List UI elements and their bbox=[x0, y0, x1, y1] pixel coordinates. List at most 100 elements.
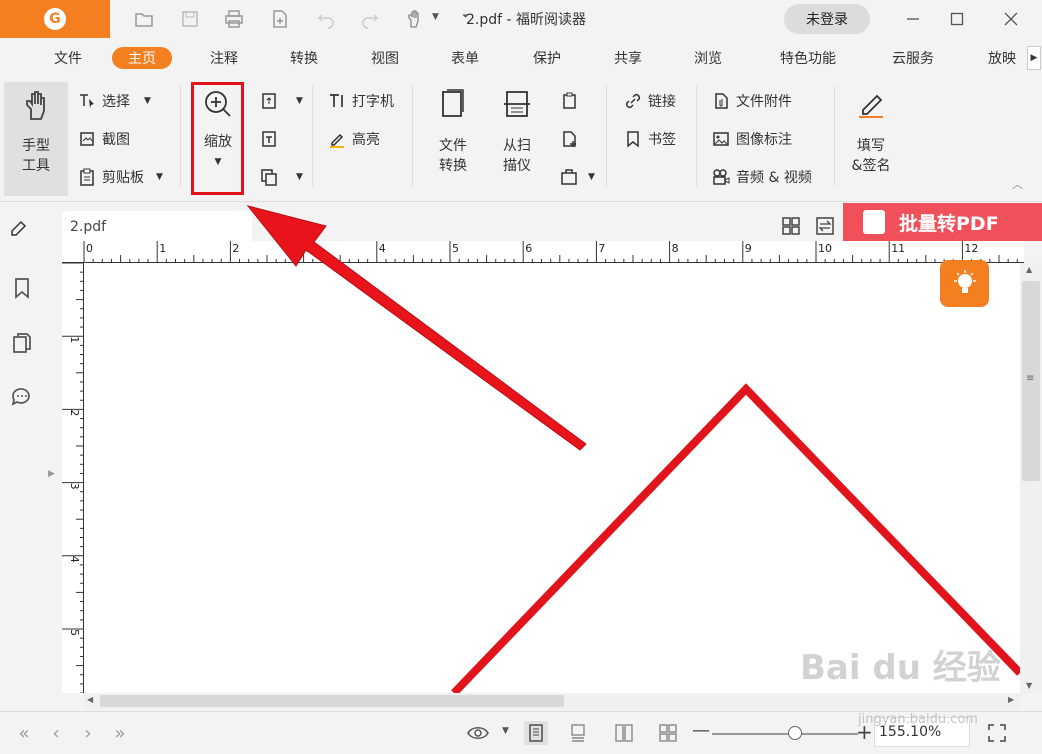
comments-panel-icon[interactable] bbox=[10, 385, 34, 409]
previous-page-icon[interactable]: ‹ bbox=[44, 722, 68, 744]
menu-tab-features[interactable]: 特色功能 bbox=[776, 47, 840, 69]
open-folder-icon[interactable] bbox=[134, 9, 156, 29]
scroll-up-icon[interactable]: ▲ bbox=[1026, 265, 1032, 274]
reading-mode-eye-icon[interactable] bbox=[466, 721, 490, 745]
vertical-scrollbar[interactable]: ▲ ≡ ▼ bbox=[1020, 263, 1042, 693]
next-page-icon[interactable]: › bbox=[76, 722, 100, 744]
scroll-right-icon[interactable]: ▶ bbox=[1008, 695, 1014, 704]
facing-view-icon[interactable] bbox=[612, 721, 636, 745]
text-page-icon bbox=[262, 131, 276, 147]
batch-convert-pdf-banner[interactable]: 批量转PDF bbox=[843, 203, 1042, 241]
document-tab[interactable]: 2.pdf bbox=[62, 211, 252, 241]
file-attachment-button[interactable]: 文件附件 bbox=[712, 89, 792, 113]
file-attachment-icon bbox=[715, 93, 728, 109]
ruler-number: 3 bbox=[306, 242, 313, 255]
menu-tab-form[interactable]: 表单 bbox=[447, 47, 483, 69]
menu-tab-view[interactable]: 视图 bbox=[367, 47, 403, 69]
menu-tab-cloud[interactable]: 云服务 bbox=[888, 47, 938, 69]
app-logo[interactable]: G bbox=[0, 0, 110, 38]
file-convert-button[interactable]: 文件 转换 bbox=[428, 88, 478, 176]
audio-video-button[interactable]: 音频 & 视频 bbox=[712, 165, 812, 189]
fullscreen-icon[interactable] bbox=[986, 722, 1008, 744]
save-icon[interactable] bbox=[180, 9, 202, 29]
menu-bar: 文件 主页 注释 转换 视图 表单 保护 共享 浏览 特色功能 云服务 放映 ▶ bbox=[0, 38, 1042, 76]
rotate-page-button[interactable]: ▼ bbox=[260, 89, 303, 113]
continuous-facing-view-icon[interactable] bbox=[656, 721, 680, 745]
new-document-icon[interactable] bbox=[270, 9, 292, 29]
menu-tab-convert[interactable]: 转换 bbox=[286, 47, 322, 69]
menu-tab-home[interactable]: 主页 bbox=[112, 47, 172, 69]
page-copy-button[interactable]: ▼ bbox=[260, 165, 303, 189]
document-page[interactable] bbox=[84, 263, 1020, 693]
add-page-button[interactable] bbox=[560, 127, 584, 151]
redo-icon[interactable] bbox=[360, 9, 382, 29]
zoom-slider-knob[interactable] bbox=[788, 726, 802, 740]
grid-view-icon[interactable] bbox=[780, 215, 802, 237]
highlight-button[interactable]: 高亮 bbox=[328, 127, 380, 151]
last-page-icon[interactable]: » bbox=[108, 722, 132, 744]
link-button[interactable]: 链接 bbox=[624, 89, 676, 113]
print-icon[interactable] bbox=[224, 9, 246, 29]
menu-tab-file[interactable]: 文件 bbox=[50, 47, 86, 69]
eraser-icon[interactable] bbox=[8, 215, 30, 237]
select-dropdown-icon[interactable]: ▼ bbox=[144, 96, 151, 106]
bookmark-panel-icon[interactable] bbox=[10, 276, 34, 300]
page-copy-dropdown-icon[interactable]: ▼ bbox=[296, 172, 303, 182]
ruler-number: 11 bbox=[891, 242, 905, 255]
fill-sign-button[interactable]: 填写 &签名 bbox=[846, 88, 896, 176]
login-button[interactable]: 未登录 bbox=[784, 4, 870, 34]
reading-mode-dropdown-icon[interactable]: ▼ bbox=[502, 726, 509, 736]
menu-tab-browse[interactable]: 浏览 bbox=[690, 47, 726, 69]
menu-tab-share[interactable]: 共享 bbox=[610, 47, 646, 69]
watermark-logo: Bai du 经验 bbox=[800, 648, 1001, 688]
expand-sidebar-icon[interactable]: ▶ bbox=[48, 469, 55, 479]
typewriter-button[interactable]: 打字机 bbox=[328, 89, 394, 113]
red-peak-drawing bbox=[451, 383, 1020, 693]
ruler-number: 8 bbox=[672, 242, 679, 255]
fill-sign-pen-icon bbox=[859, 94, 883, 118]
hand-gesture-icon[interactable] bbox=[404, 9, 426, 29]
image-annotation-button[interactable]: 图像标注 bbox=[712, 127, 792, 151]
horizontal-scrollbar[interactable]: ◀ ▶ bbox=[84, 693, 1020, 709]
bookmark-button[interactable]: 书签 bbox=[624, 127, 676, 151]
from-scanner-button[interactable]: 从扫 描仪 bbox=[494, 88, 540, 176]
ocr-button[interactable] bbox=[560, 89, 584, 113]
minimize-icon[interactable] bbox=[902, 8, 924, 30]
clipboard-dropdown-icon[interactable]: ▼ bbox=[156, 172, 163, 182]
vertical-ruler: 1 2 3 4 5 bbox=[62, 263, 84, 693]
first-page-icon[interactable]: « bbox=[12, 722, 36, 744]
file-attachment-label: 文件附件 bbox=[736, 94, 792, 110]
clipboard-button[interactable]: 剪贴板 ▼ bbox=[78, 165, 163, 189]
screenshot-button[interactable]: 截图 bbox=[78, 127, 130, 151]
scroll-left-icon[interactable]: ◀ bbox=[87, 695, 93, 704]
ruler-number: 5 bbox=[452, 242, 459, 255]
page-layout-dropdown-icon[interactable]: ▼ bbox=[588, 172, 595, 182]
menu-tab-protect[interactable]: 保护 bbox=[529, 47, 565, 69]
ruler-number: 7 bbox=[598, 242, 605, 255]
ribbon: 手型 工具 选择 ▼ 截图 剪贴板 ▼ 缩放 ▼ ▼ ▼ 打字机 高亮 文件 转… bbox=[0, 76, 1042, 202]
switch-document-icon[interactable] bbox=[814, 215, 836, 237]
document-tab-label: 2.pdf bbox=[70, 219, 107, 235]
maximize-icon[interactable] bbox=[946, 8, 968, 30]
collapse-ribbon-icon[interactable]: ︿ bbox=[1012, 176, 1023, 192]
single-page-view-icon[interactable] bbox=[524, 721, 548, 745]
continuous-view-icon[interactable] bbox=[566, 721, 590, 745]
pages-panel-icon[interactable] bbox=[10, 331, 34, 355]
text-page-button[interactable] bbox=[260, 127, 284, 151]
page-dropdown-icon[interactable]: ▼ bbox=[296, 96, 303, 106]
customize-dropdown-icon[interactable]: ▼ bbox=[432, 12, 454, 32]
scroll-grip-icon: ≡ bbox=[1026, 373, 1035, 384]
scroll-down-icon[interactable]: ▼ bbox=[1026, 681, 1032, 690]
zoom-slider-track[interactable] bbox=[712, 733, 858, 735]
menu-tab-present[interactable]: 放映 bbox=[984, 47, 1020, 69]
zoom-out-icon[interactable]: — bbox=[692, 720, 710, 741]
menu-scroll-right-icon[interactable]: ▶ bbox=[1027, 46, 1041, 70]
horizontal-scroll-thumb[interactable] bbox=[100, 695, 564, 707]
select-button[interactable]: 选择 ▼ bbox=[78, 89, 151, 113]
menu-tab-comment[interactable]: 注释 bbox=[206, 47, 242, 69]
page-layout-button[interactable]: ▼ bbox=[560, 165, 595, 189]
close-icon[interactable] bbox=[1000, 8, 1022, 30]
undo-icon[interactable] bbox=[316, 9, 338, 29]
horizontal-ruler: 0 1 2 3 4 5 6 7 8 9 10 11 12 bbox=[62, 241, 1024, 263]
lightbulb-tip-icon[interactable] bbox=[940, 260, 989, 307]
